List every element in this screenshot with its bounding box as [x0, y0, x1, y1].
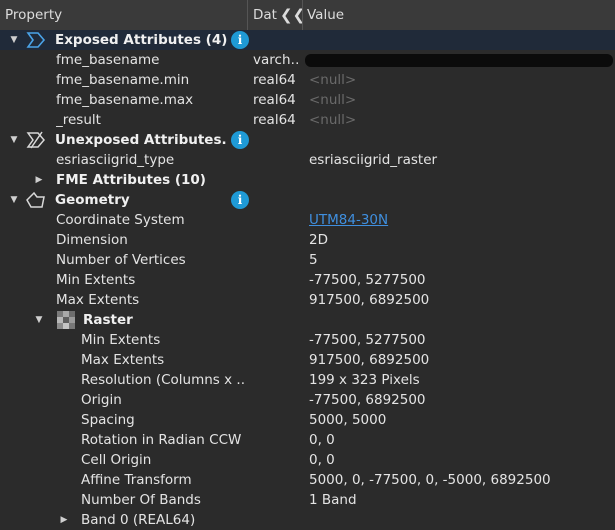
- attribute-value: <null>: [309, 112, 357, 128]
- info-icon[interactable]: i: [231, 131, 249, 149]
- attribute-value: -77500, 5277500: [309, 272, 426, 288]
- column-divider[interactable]: [247, 0, 248, 31]
- data-type-column-header[interactable]: Dat: [253, 0, 277, 31]
- attribute-row[interactable]: Origin -77500, 6892500: [0, 390, 615, 410]
- geometry-icon: [25, 191, 47, 209]
- expand-arrow-right-icon[interactable]: ▶: [32, 170, 46, 190]
- attribute-name: Resolution (Columns x ...: [81, 372, 246, 388]
- attribute-name: fme_basename.min: [56, 72, 190, 88]
- group-row[interactable]: ▼ Unexposed Attributes... i: [0, 130, 615, 150]
- attribute-name: Cell Origin: [81, 452, 152, 468]
- attribute-row[interactable]: Min Extents -77500, 5277500: [0, 270, 615, 290]
- expand-arrow-down-icon[interactable]: ▼: [32, 310, 46, 330]
- attribute-value: 0, 0: [309, 432, 335, 448]
- attribute-value: <null>: [309, 92, 357, 108]
- attribute-row[interactable]: Max Extents 917500, 6892500: [0, 350, 615, 370]
- column-divider[interactable]: [302, 0, 303, 31]
- attribute-row[interactable]: Cell Origin 0, 0: [0, 450, 615, 470]
- property-column-header[interactable]: Property: [5, 0, 62, 31]
- attribute-value: 2D: [309, 232, 328, 248]
- attribute-name: Min Extents: [56, 272, 136, 288]
- column-header: Property Dat ❮❮ Value: [0, 0, 615, 32]
- attribute-data-type: real64: [253, 72, 296, 88]
- attribute-value: esriasciigrid_raster: [309, 152, 438, 168]
- band-row[interactable]: ▶ Band 0 (REAL64): [0, 510, 615, 530]
- attribute-row[interactable]: Number Of Bands 1 Band: [0, 490, 615, 510]
- exposed-attributes-icon: [25, 31, 47, 49]
- expand-arrow-down-icon[interactable]: ▼: [7, 130, 21, 150]
- group-label: FME Attributes (10): [56, 172, 206, 188]
- attribute-row[interactable]: fme_basename.min real64 <null>: [0, 70, 615, 90]
- attribute-value: 199 x 323 Pixels: [309, 372, 420, 388]
- expand-arrow-down-icon[interactable]: ▼: [7, 30, 21, 50]
- info-icon[interactable]: i: [231, 191, 249, 209]
- attribute-data-type: real64: [253, 112, 296, 128]
- group-label: Unexposed Attributes...: [55, 132, 227, 148]
- attribute-name: Dimension: [56, 232, 128, 248]
- attribute-name: fme_basename.max: [56, 92, 194, 108]
- attribute-name: Max Extents: [81, 352, 165, 368]
- attribute-name: Rotation in Radian CCW: [81, 432, 242, 448]
- attribute-name: Min Extents: [81, 332, 161, 348]
- attribute-row[interactable]: Min Extents -77500, 5277500: [0, 330, 615, 350]
- attribute-value: 5000, 5000: [309, 412, 387, 428]
- attribute-row[interactable]: Max Extents 917500, 6892500: [0, 290, 615, 310]
- attribute-row[interactable]: _result real64 <null>: [0, 110, 615, 130]
- attribute-row[interactable]: Rotation in Radian CCW 0, 0: [0, 430, 615, 450]
- subgroup-row[interactable]: ▶ FME Attributes (10): [0, 170, 615, 190]
- attribute-name: _result: [56, 112, 101, 128]
- raster-row[interactable]: ▼ Raster: [0, 310, 615, 330]
- attribute-row[interactable]: Dimension 2D: [0, 230, 615, 250]
- attribute-name: Number of Vertices: [56, 252, 186, 268]
- attribute-name: fme_basename: [56, 52, 160, 68]
- attribute-data-type: varch…: [253, 52, 301, 68]
- attribute-value: 5000, 0, -77500, 0, -5000, 6892500: [309, 472, 551, 488]
- raster-icon: [57, 311, 79, 329]
- attribute-row[interactable]: esriasciigrid_type esriasciigrid_raster: [0, 150, 615, 170]
- attribute-row[interactable]: Affine Transform 5000, 0, -77500, 0, -500…: [0, 470, 615, 490]
- attribute-row[interactable]: Number of Vertices 5: [0, 250, 615, 270]
- attribute-value: 1 Band: [309, 492, 357, 508]
- attribute-value: <null>: [309, 72, 357, 88]
- attribute-value: -77500, 6892500: [309, 392, 426, 408]
- attribute-row[interactable]: Resolution (Columns x ... 199 x 323 Pixel…: [0, 370, 615, 390]
- band-label: Band 0 (REAL64): [81, 512, 196, 528]
- unexposed-attributes-icon: [25, 131, 47, 149]
- attribute-value: 5: [309, 252, 318, 268]
- coordinate-system-link[interactable]: UTM84-30N: [309, 210, 614, 230]
- group-label: Raster: [83, 312, 133, 328]
- attribute-row[interactable]: fme_basename varch…: [0, 50, 615, 70]
- attribute-row[interactable]: fme_basename.max real64 <null>: [0, 90, 615, 110]
- attribute-data-type: real64: [253, 92, 296, 108]
- attribute-name: Spacing: [81, 412, 135, 428]
- group-label: Geometry: [55, 192, 130, 208]
- attribute-name: esriasciigrid_type: [56, 152, 175, 168]
- attribute-value: 917500, 6892500: [309, 292, 430, 308]
- attribute-value: -77500, 5277500: [309, 332, 426, 348]
- group-label: Exposed Attributes (4): [55, 32, 227, 48]
- expand-arrow-down-icon[interactable]: ▼: [7, 190, 21, 210]
- attribute-value: 0, 0: [309, 452, 335, 468]
- expand-arrow-right-icon[interactable]: ▶: [57, 510, 71, 530]
- group-row[interactable]: ▼ Exposed Attributes (4) i: [0, 30, 615, 50]
- value-column-header[interactable]: Value: [307, 0, 344, 31]
- attribute-row[interactable]: Spacing 5000, 5000: [0, 410, 615, 430]
- group-row[interactable]: ▼ Geometry i: [0, 190, 615, 210]
- info-icon[interactable]: i: [231, 31, 249, 49]
- attribute-value: 917500, 6892500: [309, 352, 430, 368]
- attribute-row[interactable]: Coordinate System UTM84-30N: [0, 210, 615, 230]
- attribute-name: Origin: [81, 392, 122, 408]
- attribute-name: Max Extents: [56, 292, 140, 308]
- attribute-name: Coordinate System: [56, 212, 185, 228]
- redacted-value: [305, 54, 613, 67]
- attribute-name: Number Of Bands: [81, 492, 201, 508]
- attribute-name: Affine Transform: [81, 472, 192, 488]
